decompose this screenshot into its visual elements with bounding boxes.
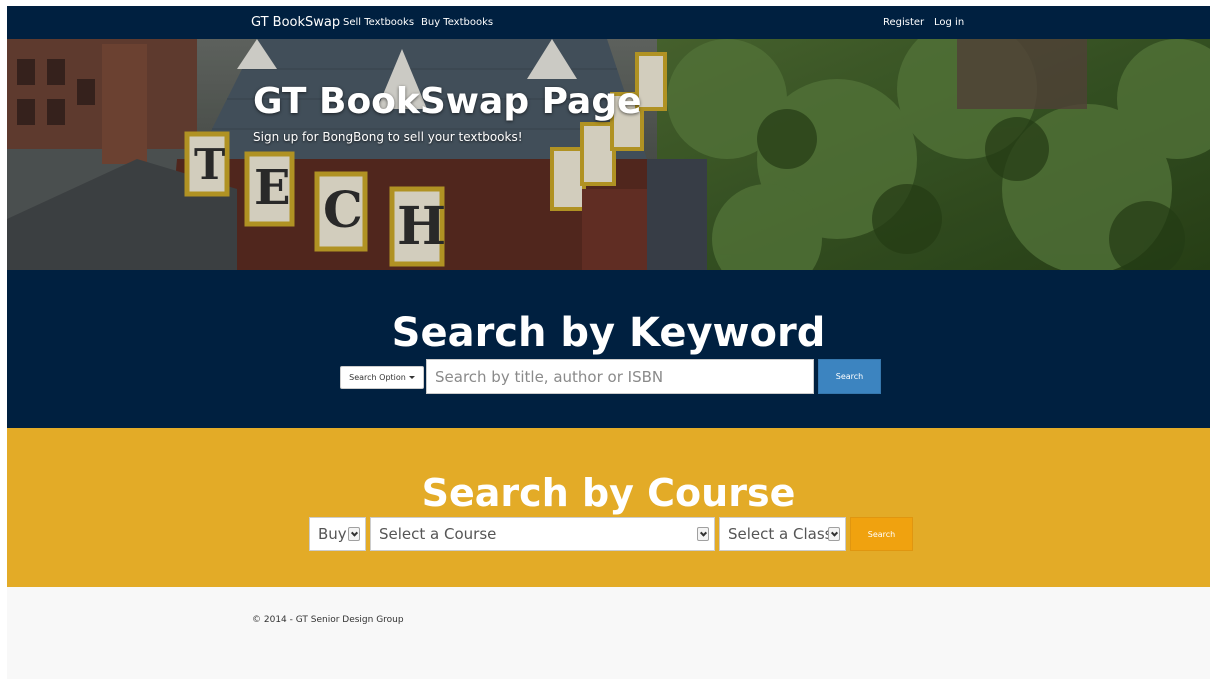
keyword-search-section: Search by Keyword Search Option Search [7,270,1210,428]
course-search-heading: Search by Course [421,471,796,515]
course-search-section: Search by Course Buy Select a Course Sel… [7,428,1210,587]
search-option-dropdown[interactable]: Search Option [340,366,424,389]
hero-title: GT BookSwap Page [253,81,642,122]
buy-sell-select[interactable]: Buy [309,517,366,551]
hero-subtitle: Sign up for BongBong to sell your textbo… [253,130,523,144]
footer-copyright: © 2014 - GT Senior Design Group [252,615,404,625]
nav-register[interactable]: Register [883,6,924,39]
keyword-search-heading: Search by Keyword [391,310,826,356]
keyword-search-button[interactable]: Search [818,359,881,394]
hero-banner: T E C H GT BookSwap Page Sign up for Bon… [7,39,1210,270]
nav-sell-textbooks[interactable]: Sell Textbooks [343,6,414,39]
buy-sell-select-value: Buy [318,525,347,543]
course-select[interactable]: Select a Course [370,517,715,551]
page: GT BookSwap Sell Textbooks Buy Textbooks… [0,0,1210,679]
course-search-button[interactable]: Search [850,517,913,551]
nav-buy-textbooks[interactable]: Buy Textbooks [421,6,493,39]
browser-viewport: GT BookSwap Sell Textbooks Buy Textbooks… [7,6,1210,679]
class-select-value: Select a Class [728,525,828,543]
hero-tech-tower-image: T E C H [7,39,1210,270]
keyword-search-input[interactable] [426,359,814,394]
caret-down-icon [408,376,415,379]
nav-log-in[interactable]: Log in [934,6,964,39]
brand-link[interactable]: GT BookSwap [251,6,340,39]
navbar: GT BookSwap Sell Textbooks Buy Textbooks… [7,6,1210,39]
chevron-down-icon [697,527,709,541]
course-select-value: Select a Course [379,525,497,543]
chevron-down-icon [348,527,360,541]
chevron-down-icon [828,527,840,541]
search-option-label: Search Option [349,373,406,382]
footer: © 2014 - GT Senior Design Group [7,587,1210,679]
class-select[interactable]: Select a Class [719,517,846,551]
